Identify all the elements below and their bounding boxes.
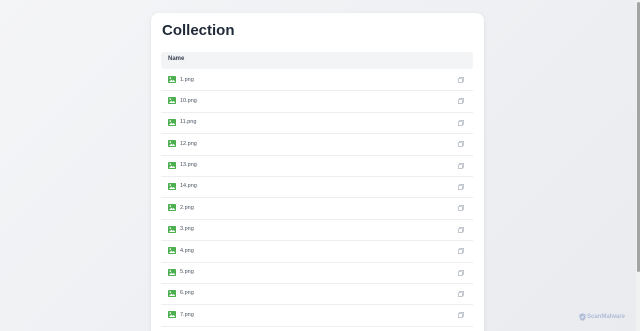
image-file-icon [168,204,176,212]
file-name[interactable]: 4.png [180,248,194,254]
scanmalware-logo-icon [579,312,586,321]
watermark-text: ScanMalware [587,313,626,320]
image-file-icon [168,311,176,319]
copy-icon[interactable] [458,162,464,169]
file-name[interactable]: 2.png [180,205,194,211]
file-row[interactable]: 14.png [161,177,473,199]
copy-icon[interactable] [458,269,464,276]
scrollbar-thumb[interactable] [636,2,640,272]
watermark: ScanMalware [579,312,625,321]
file-name[interactable]: 5.png [180,269,194,275]
image-file-icon [168,161,176,169]
file-name[interactable]: 1.png [180,77,194,83]
image-file-icon [168,268,176,276]
page-title: Collection [162,22,235,39]
image-file-icon [168,182,176,190]
file-list: 1.png 10.png 11.png 12.png 13.png 14.png [161,70,473,327]
copy-icon[interactable] [458,226,464,233]
file-row[interactable]: 5.png [161,263,473,284]
copy-icon[interactable] [458,183,464,190]
file-name[interactable]: 11.png [180,119,196,125]
collection-card: Collection Name 1.png 10.png 11.png 12.p… [151,13,484,331]
file-row[interactable]: 10.png [161,91,473,113]
table-header: Name [161,52,473,69]
file-name[interactable]: 14.png [180,183,197,189]
name-column-header[interactable]: Name [168,56,184,62]
file-row[interactable]: 1.png [161,70,473,92]
image-file-icon [168,118,176,126]
image-file-icon [168,97,176,105]
image-file-icon [168,76,176,83]
file-name[interactable]: 3.png [180,226,194,232]
copy-icon[interactable] [458,119,464,126]
file-name[interactable]: 6.png [180,290,194,296]
file-row[interactable]: 11.png [161,113,473,135]
copy-icon[interactable] [458,312,464,319]
file-name[interactable]: 10.png [180,98,197,104]
copy-icon[interactable] [458,77,464,83]
file-row[interactable]: 3.png [161,220,473,242]
file-name[interactable]: 7.png [180,312,194,318]
image-file-icon [168,247,176,255]
scrollbar[interactable] [636,0,640,331]
file-name[interactable]: 12.png [180,141,197,147]
file-row[interactable]: 4.png [161,241,473,263]
file-row[interactable]: 6.png [161,284,473,306]
copy-icon[interactable] [458,290,464,297]
file-row[interactable]: 12.png [161,134,473,156]
copy-icon[interactable] [458,248,464,255]
image-file-icon [168,225,176,233]
copy-icon[interactable] [458,141,464,148]
image-file-icon [168,289,176,297]
file-name[interactable]: 13.png [180,162,197,168]
file-row[interactable]: 7.png [161,305,473,327]
image-file-icon [168,140,176,148]
copy-icon[interactable] [458,98,464,105]
file-row[interactable]: 13.png [161,156,473,177]
file-row[interactable]: 2.png [161,198,473,220]
copy-icon[interactable] [458,205,464,212]
